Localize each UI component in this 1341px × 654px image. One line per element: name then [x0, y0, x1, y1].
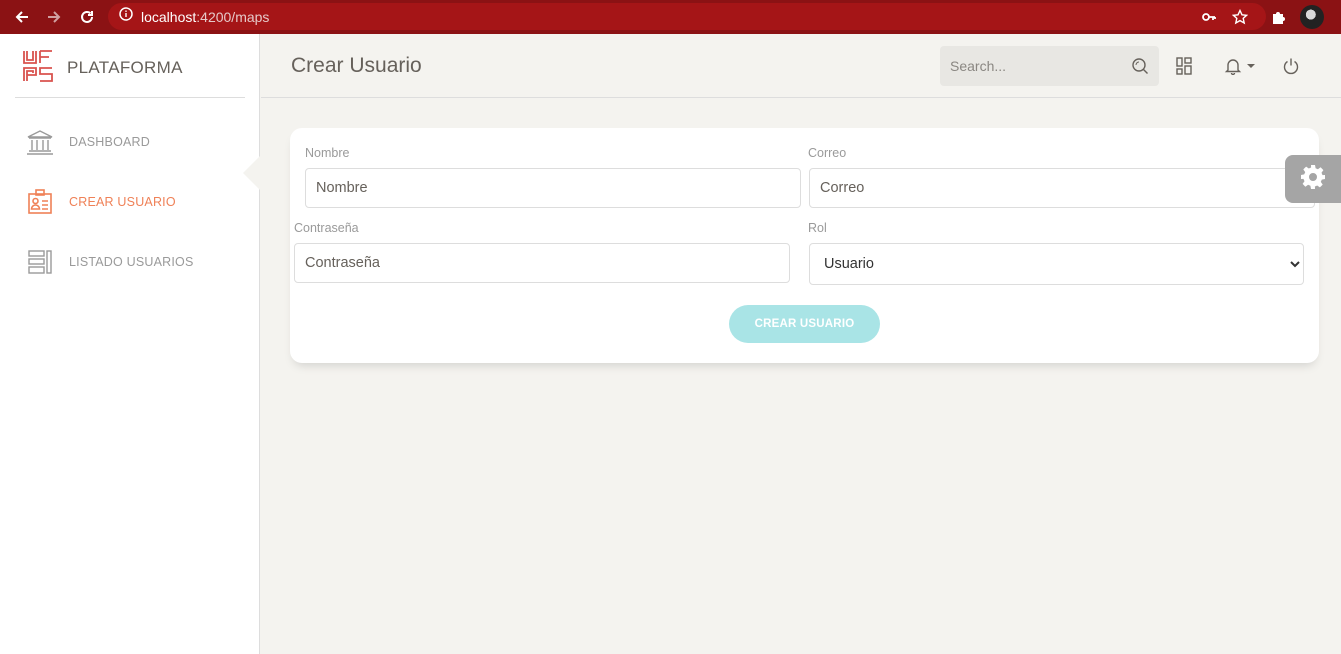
key-icon[interactable]: [1198, 6, 1220, 28]
ufps-logo-icon: [23, 50, 53, 82]
url-text: localhost:4200/maps: [141, 8, 270, 25]
rol-label: Rol: [808, 221, 827, 235]
page-title: Crear Usuario: [291, 54, 422, 77]
puzzle-icon[interactable]: [1268, 6, 1290, 28]
search-icon[interactable]: [1131, 57, 1149, 75]
info-icon[interactable]: [119, 7, 133, 26]
nombre-label: Nombre: [305, 146, 350, 160]
id-badge-icon: [25, 187, 55, 217]
active-item-indicator: [243, 156, 260, 190]
profile-avatar[interactable]: [1300, 5, 1324, 29]
chevron-down-icon[interactable]: [1247, 64, 1255, 68]
sidebar-item-crear-usuario[interactable]: CREAR USUARIO: [25, 182, 260, 222]
sidebar: PLATAFORMA DASHBOARD CREAR USUARIO LISTA…: [0, 34, 260, 654]
sidebar-item-label: DASHBOARD: [69, 135, 150, 149]
brand: PLATAFORMA: [15, 34, 245, 98]
correo-input[interactable]: [809, 168, 1315, 208]
star-icon[interactable]: [1229, 6, 1251, 28]
password-label: Contraseña: [294, 221, 359, 235]
bell-icon[interactable]: [1223, 56, 1243, 76]
sidebar-item-label: LISTADO USUARIOS: [69, 255, 194, 269]
list-icon: [25, 247, 55, 277]
sidebar-item-listado-usuarios[interactable]: LISTADO USUARIOS: [25, 242, 260, 282]
create-user-card: Nombre Correo Contraseña Rol Usuario CRE…: [290, 128, 1319, 363]
back-arrow-icon[interactable]: [11, 6, 33, 28]
reload-icon[interactable]: [76, 6, 98, 28]
forward-arrow-icon[interactable]: [43, 6, 65, 28]
sidebar-item-label: CREAR USUARIO: [69, 195, 176, 209]
gear-icon: [1300, 164, 1326, 195]
rol-select[interactable]: Usuario: [809, 243, 1304, 285]
brand-name: PLATAFORMA: [67, 58, 183, 77]
address-bar[interactable]: localhost:4200/maps: [108, 3, 1266, 30]
bank-icon: [25, 127, 55, 157]
search-input[interactable]: [940, 58, 1120, 74]
crear-usuario-button[interactable]: CREAR USUARIO: [729, 305, 880, 343]
power-icon[interactable]: [1281, 56, 1301, 76]
search-box: [940, 46, 1159, 86]
settings-panel-toggle[interactable]: [1285, 155, 1341, 203]
nombre-input[interactable]: [305, 168, 801, 208]
top-navbar: Crear Usuario: [261, 34, 1341, 98]
browser-toolbar: localhost:4200/maps: [0, 0, 1341, 34]
correo-label: Correo: [808, 146, 847, 160]
password-input[interactable]: [294, 243, 790, 283]
sidebar-item-dashboard[interactable]: DASHBOARD: [25, 122, 260, 162]
layout-grid-icon[interactable]: [1174, 56, 1194, 76]
